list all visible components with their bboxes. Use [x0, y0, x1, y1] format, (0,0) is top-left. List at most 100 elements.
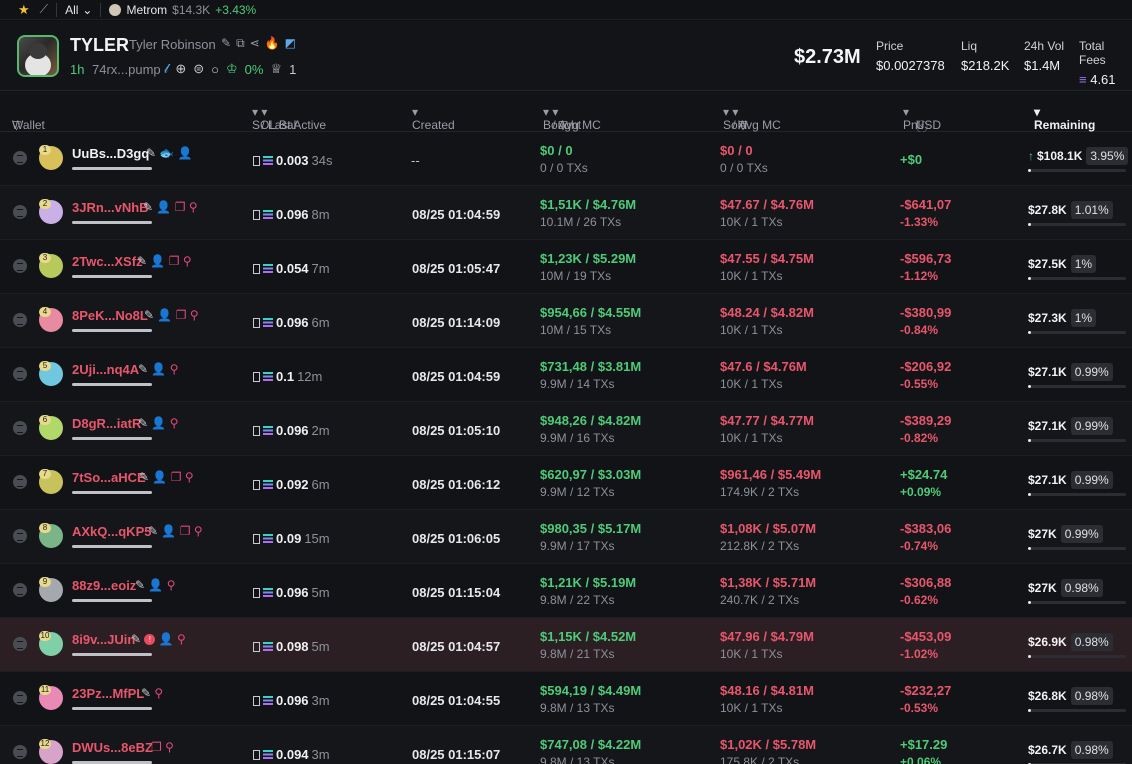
wallet-tag-icon[interactable]: ✎ [139, 470, 149, 484]
row-menu-icon[interactable] [13, 583, 27, 597]
wallet-address[interactable]: AXkQ...qKP5 [72, 524, 151, 539]
table-row[interactable]: 4 8PeK...No8L ✎ 👤 ❐ ⚲ 0.096 6m 08/25 01:1… [0, 294, 1132, 348]
table-row[interactable]: 5 2Uji...nq4A ✎ 👤 ⚲ 0.1 12m 08/25 01:04:5… [0, 348, 1132, 402]
star-icon[interactable]: ★ [18, 2, 30, 18]
wallet-tag-icon[interactable]: 👤 [156, 200, 171, 214]
wallet-tag-icon[interactable]: ⚲ [194, 524, 203, 538]
verified-icon[interactable]: ◩ [285, 36, 296, 51]
globe-icon[interactable]: ⊕ [175, 61, 186, 77]
token-address[interactable]: 74rx...pump [92, 62, 161, 77]
wallet-tag-icon[interactable]: ❐ [151, 740, 162, 754]
table-row[interactable]: 10 8i9v...JUin ✎ ! 👤 ⚲ 0.098 5m 08/25 01:… [0, 618, 1132, 672]
row-menu-icon[interactable] [13, 313, 27, 327]
table-row[interactable]: 2 3JRn...vNhB ✎ 👤 ❐ ⚲ 0.096 8m 08/25 01:0… [0, 186, 1132, 240]
token-avatar[interactable] [17, 35, 59, 77]
wallet-address[interactable]: 2Uji...nq4A [72, 362, 139, 377]
table-row[interactable]: 1 UuBs...D3gq ✎ 🐟 👤 0.003 34s -- $0 / 0 0… [0, 132, 1132, 186]
wallet-tag-icon[interactable]: ❐ [175, 200, 186, 214]
row-menu-icon[interactable] [13, 367, 27, 381]
row-menu-icon[interactable] [13, 259, 27, 273]
table-row[interactable]: 11 23Pz...MfPL ✎ ⚲ 0.096 3m 08/25 01:04:5… [0, 672, 1132, 726]
wallet-tag-icon[interactable]: ⚲ [165, 740, 174, 754]
wallet-tag-icon[interactable]: 👤 [150, 254, 165, 268]
wallet-tag-icon[interactable]: ✎ [138, 416, 148, 430]
edit-icon[interactable]: ✎ [221, 36, 231, 51]
table-row[interactable]: 9 88z9...eoiz ✎ 👤 ⚲ 0.096 5m 08/25 01:15:… [0, 564, 1132, 618]
wallet-address[interactable]: 7tSo...aHCE [72, 470, 146, 485]
wallet-address[interactable]: 88z9...eoiz [72, 578, 136, 593]
wallet-tag-icon[interactable]: ❐ [169, 254, 180, 268]
table-row[interactable]: 7 7tSo...aHCE ✎ 👤 ❐ ⚲ 0.092 6m 08/25 01:0… [0, 456, 1132, 510]
wallet-tag-icon[interactable]: ⚲ [189, 200, 198, 214]
wallet-tag-icon[interactable]: ✎ [141, 686, 151, 700]
trend-icon[interactable]: ⟋ [40, 2, 48, 17]
filter-icon[interactable]: ▽ [558, 118, 567, 132]
wallet-tag-icon[interactable]: 👤 [148, 578, 163, 592]
wallet-tag-icon[interactable]: ⚲ [154, 686, 163, 700]
warning-icon[interactable]: ! [144, 634, 156, 645]
wallet-address[interactable]: 3JRn...vNhB [72, 200, 149, 215]
wallet-tag-icon[interactable]: 👤 [151, 362, 166, 376]
wallet-tag-icon[interactable]: ✎ [146, 146, 156, 160]
row-menu-icon[interactable] [13, 637, 27, 651]
col-created[interactable]: Created ▾ [412, 105, 455, 132]
row-menu-icon[interactable] [13, 529, 27, 543]
flame-icon[interactable]: 🔥 [265, 36, 280, 51]
wallet-tag-icon[interactable]: 👤 [151, 416, 166, 430]
wallet-tag-icon[interactable]: ⚲ [190, 308, 199, 322]
filter-select[interactable]: All ⌄ [65, 3, 92, 17]
wallet-tag-icon[interactable]: ✎ [138, 362, 148, 376]
share-icon[interactable]: ⋖ [250, 36, 260, 51]
wallet-tag-icon[interactable]: ⚲ [177, 632, 186, 646]
wallet-address[interactable]: DWUs...8eBZ [72, 740, 153, 755]
wallet-tag-icon[interactable]: ✎ [135, 578, 145, 592]
table-row[interactable]: 3 2Twc...XSfz ✎ 👤 ❐ ⚲ 0.054 7m 08/25 01:0… [0, 240, 1132, 294]
wallet-tag-icon[interactable]: ⚲ [167, 578, 176, 592]
wallet-address[interactable]: UuBs...D3gq [72, 146, 149, 161]
wallet-tag-icon[interactable]: 👤 [159, 632, 174, 646]
wallet-tag-icon[interactable]: ❐ [180, 524, 191, 538]
copy-icon[interactable]: ⧉ [236, 36, 245, 51]
wallet-tag-icon[interactable]: ✎ [144, 308, 154, 322]
wallet-tag-icon[interactable]: ⚲ [170, 362, 179, 376]
wallet-tag-icon[interactable]: 👤 [157, 308, 172, 322]
wallet-tag-icon[interactable]: ✎ [131, 632, 141, 646]
row-menu-icon[interactable] [13, 151, 27, 165]
wallet-tag-icon[interactable]: 🐟 [159, 146, 174, 160]
row-menu-icon[interactable] [13, 745, 27, 759]
table-row[interactable]: 6 D8gR...iatR ✎ 👤 ⚲ 0.096 2m 08/25 01:05:… [0, 402, 1132, 456]
wallet-tag-icon[interactable]: 👤 [178, 146, 193, 160]
filter-icon[interactable]: ▽ [738, 118, 747, 132]
wallet-tag-icon[interactable]: ✎ [143, 200, 153, 214]
col-remaining[interactable]: Remaining ▾ [1034, 105, 1095, 132]
wallet-address[interactable]: 8PeK...No8L [72, 308, 148, 323]
wallet-tag-icon[interactable]: ❐ [171, 470, 182, 484]
wallet-tag-icon[interactable]: ⚲ [183, 254, 192, 268]
wallet-address[interactable]: 23Pz...MfPL [72, 686, 144, 701]
col-bought[interactable]: Bought ▾ / Avg MC ▾ ▽ [543, 105, 601, 132]
wallet-tag-icon[interactable]: 👤 [152, 470, 167, 484]
table-row[interactable]: 8 AXkQ...qKP5 ✎ 👤 ❐ ⚲ 0.09 15m 08/25 01:0… [0, 510, 1132, 564]
col-pnl[interactable]: Pnl ▾ USD ⓢ [903, 105, 941, 134]
wallet-address[interactable]: 8i9v...JUin [72, 632, 135, 647]
filter-icon[interactable]: ▽ [12, 118, 21, 132]
col-sold[interactable]: Sold ▾ / Avg MC ▾ ▽ [723, 105, 781, 132]
wallet-address[interactable]: D8gR...iatR [72, 416, 141, 431]
row-menu-icon[interactable] [13, 691, 27, 705]
pump-icon[interactable]: 𝓁 [164, 61, 168, 77]
wallet-tag-icon[interactable]: ⚲ [170, 416, 179, 430]
row-menu-icon[interactable] [13, 205, 27, 219]
col-sol-bal[interactable]: SOL Bal ▾ / Last Active ▾ [252, 105, 326, 132]
wallet-tag-icon[interactable]: ✎ [148, 524, 158, 538]
table-row[interactable]: 12 DWUs...8eBZ ❐ ⚲ 0.094 3m 08/25 01:15:0… [0, 726, 1132, 764]
wallet-tag-icon[interactable]: ❐ [176, 308, 187, 322]
wallet-tag-icon[interactable]: ⚲ [185, 470, 194, 484]
row-menu-icon[interactable] [13, 421, 27, 435]
row-menu-icon[interactable] [13, 475, 27, 489]
wallet-tag-icon[interactable]: 👤 [161, 524, 176, 538]
wallet-address[interactable]: 2Twc...XSfz [72, 254, 143, 269]
list-icon[interactable]: ⊜ [193, 61, 204, 77]
search-icon[interactable]: ○ [211, 62, 219, 77]
wallet-tag-icon[interactable]: ✎ [137, 254, 147, 268]
ticker-token-name[interactable]: Metrom [126, 3, 167, 17]
